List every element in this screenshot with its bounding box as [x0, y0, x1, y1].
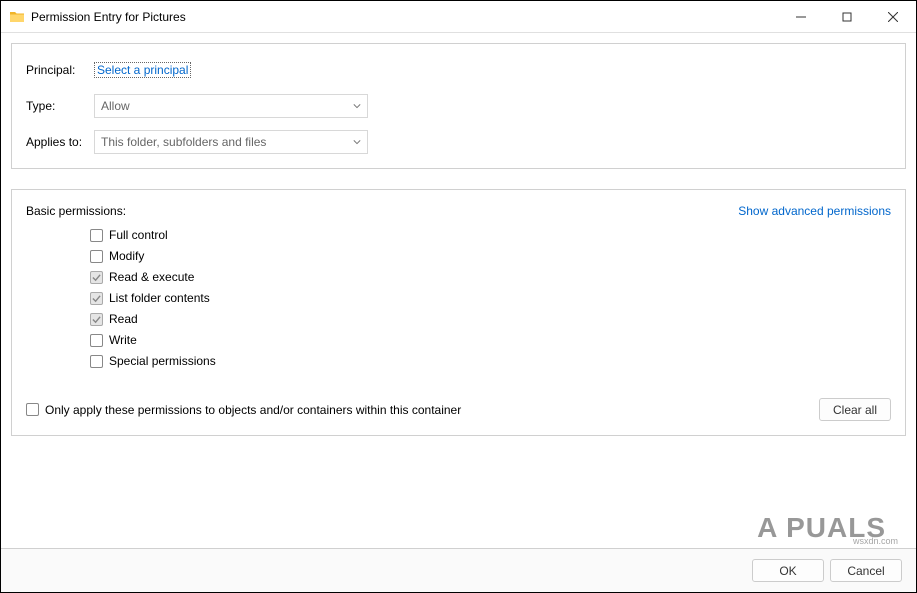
- permissions-title: Basic permissions:: [26, 204, 126, 218]
- permissions-list: Full control Modify Read & execute List fol…: [26, 228, 891, 368]
- window-controls: [778, 1, 916, 32]
- only-apply-checkbox[interactable]: [26, 403, 39, 416]
- applies-select-value: This folder, subfolders and files: [101, 135, 266, 149]
- permission-label: Read & execute: [109, 270, 194, 284]
- watermark-url: wsxdn.com: [853, 536, 898, 546]
- permission-checkbox[interactable]: [90, 313, 103, 326]
- cancel-button[interactable]: Cancel: [830, 559, 902, 582]
- principal-row: Principal: Select a principal: [26, 58, 891, 82]
- principal-group: Principal: Select a principal Type: Allo…: [11, 43, 906, 169]
- permission-row[interactable]: Read: [90, 312, 891, 326]
- permission-row[interactable]: Read & execute: [90, 270, 891, 284]
- only-apply-label: Only apply these permissions to objects …: [45, 403, 461, 417]
- select-principal-link[interactable]: Select a principal: [94, 62, 191, 78]
- type-select-value: Allow: [101, 99, 130, 113]
- ok-button[interactable]: OK: [752, 559, 824, 582]
- clear-all-button[interactable]: Clear all: [819, 398, 891, 421]
- window-title: Permission Entry for Pictures: [31, 10, 778, 24]
- show-advanced-link[interactable]: Show advanced permissions: [738, 204, 891, 218]
- permission-checkbox[interactable]: [90, 250, 103, 263]
- permission-row[interactable]: Modify: [90, 249, 891, 263]
- permission-label: Modify: [109, 249, 144, 263]
- type-select[interactable]: Allow: [94, 94, 368, 118]
- dialog-content: Principal: Select a principal Type: Allo…: [1, 33, 916, 446]
- applies-row: Applies to: This folder, subfolders and …: [26, 130, 891, 154]
- applies-select[interactable]: This folder, subfolders and files: [94, 130, 368, 154]
- type-row: Type: Allow: [26, 94, 891, 118]
- permission-checkbox[interactable]: [90, 271, 103, 284]
- folder-icon: [9, 9, 25, 25]
- principal-label: Principal:: [26, 63, 94, 77]
- permission-label: List folder contents: [109, 291, 210, 305]
- applies-label: Applies to:: [26, 135, 94, 149]
- minimize-button[interactable]: [778, 1, 824, 33]
- only-apply-row[interactable]: Only apply these permissions to objects …: [26, 403, 461, 417]
- titlebar: Permission Entry for Pictures: [1, 1, 916, 33]
- permissions-header: Basic permissions: Show advanced permiss…: [26, 204, 891, 218]
- maximize-button[interactable]: [824, 1, 870, 33]
- dialog-footer: OK Cancel: [1, 548, 916, 592]
- chevron-down-icon: [353, 135, 361, 149]
- permission-checkbox[interactable]: [90, 229, 103, 242]
- permission-checkbox[interactable]: [90, 355, 103, 368]
- permission-label: Write: [109, 333, 137, 347]
- type-label: Type:: [26, 99, 94, 113]
- close-button[interactable]: [870, 1, 916, 33]
- permission-row[interactable]: List folder contents: [90, 291, 891, 305]
- permission-label: Read: [109, 312, 138, 326]
- permission-label: Special permissions: [109, 354, 216, 368]
- permission-checkbox[interactable]: [90, 292, 103, 305]
- chevron-down-icon: [353, 99, 361, 113]
- permission-checkbox[interactable]: [90, 334, 103, 347]
- permissions-bottom-row: Only apply these permissions to objects …: [26, 398, 891, 421]
- permission-row[interactable]: Special permissions: [90, 354, 891, 368]
- permission-row[interactable]: Write: [90, 333, 891, 347]
- permission-label: Full control: [109, 228, 168, 242]
- permission-row[interactable]: Full control: [90, 228, 891, 242]
- permissions-group: Basic permissions: Show advanced permiss…: [11, 189, 906, 436]
